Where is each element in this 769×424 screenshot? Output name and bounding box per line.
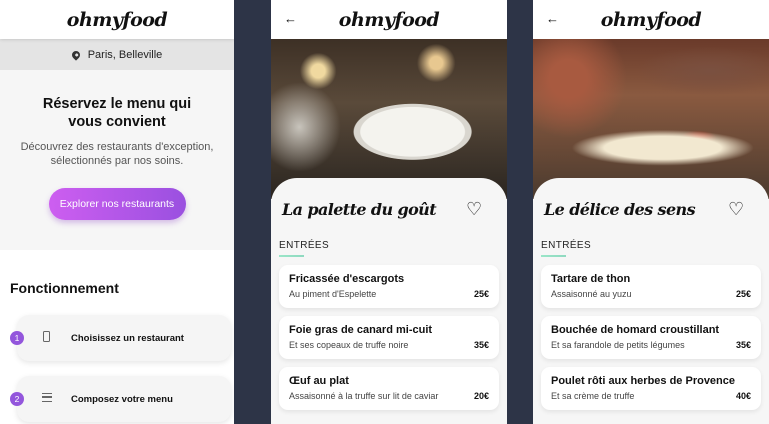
step-card[interactable]: 1 Choisissez un restaurant (10, 315, 231, 361)
dish-price: 25€ (473, 289, 489, 299)
heart-icon[interactable]: ♡ (728, 200, 746, 218)
restaurant-name: La palette du goût (282, 199, 437, 219)
section-title: ENTRÉES (279, 240, 330, 251)
restaurant-title-row: La palette du goût ♡ (279, 178, 499, 240)
menu-item[interactable]: Œuf au plat Assaisonné à la truffe sur l… (279, 367, 499, 410)
restaurant-photo (271, 39, 507, 199)
section-underline (541, 255, 566, 257)
menu-item[interactable]: Foie gras de canard mi-cuit Et ses copea… (279, 316, 499, 359)
restaurant-title-row: Le délice des sens ♡ (541, 178, 761, 240)
logo[interactable]: ohmyfood (67, 9, 168, 31)
hero-text: Découvrez des restaurants d'exception, s… (20, 141, 214, 167)
header: ← ohmyfood (533, 0, 769, 39)
dish-price: 40€ (735, 391, 751, 401)
restaurant-screen: ← ohmyfood La palette du goût ♡ ENTRÉES … (271, 0, 507, 424)
hero-title: Réservez le menu qui vous convient (42, 96, 192, 130)
restaurant-photo (533, 39, 769, 199)
dish-price: 25€ (735, 289, 751, 299)
location-label: Paris, Belleville (87, 48, 163, 61)
arrow-left-icon[interactable]: ← (284, 11, 300, 27)
phone-icon (40, 331, 53, 345)
dish-description: Et sa farandole de petits légumes (551, 340, 685, 350)
home-screen: ohmyfood Paris, Belleville Réservez le m… (0, 0, 234, 424)
map-pin-icon (70, 48, 82, 61)
dish-name: Tartare de thon (551, 273, 631, 285)
dish-description: Au piment d'Espelette (289, 289, 377, 299)
menu-sheet: La palette du goût ♡ ENTRÉES Fricassée d… (271, 178, 507, 424)
header: ohmyfood (0, 0, 234, 39)
menu-item[interactable]: Poulet rôti aux herbes de Provence Et sa… (541, 367, 761, 410)
menu-item[interactable]: Tartare de thon Assaisonné au yuzu 25€ (541, 265, 761, 308)
restaurant-screen: ← ohmyfood Le délice des sens ♡ ENTRÉES … (533, 0, 769, 424)
logo[interactable]: ohmyfood (339, 9, 440, 31)
hero-section: Réservez le menu qui vous convient Décou… (0, 70, 234, 250)
heart-icon[interactable]: ♡ (466, 200, 484, 218)
dish-name: Poulet rôti aux herbes de Provence (551, 375, 736, 387)
dish-description: Et sa crème de truffe (551, 391, 635, 401)
step-number: 2 (10, 392, 24, 406)
step-card[interactable]: 2 Composez votre menu (10, 376, 231, 422)
menu-item[interactable]: Fricassée d'escargots Au piment d'Espele… (279, 265, 499, 308)
section-underline (279, 255, 304, 257)
step-label: Choisissez un restaurant (71, 332, 184, 344)
dish-name: Œuf au plat (289, 375, 349, 387)
logo[interactable]: ohmyfood (601, 9, 702, 31)
dish-price: 35€ (735, 340, 751, 350)
dish-description: Et ses copeaux de truffe noire (289, 340, 409, 350)
dish-description: Assaisonné au yuzu (551, 289, 632, 299)
dish-name: Fricassée d'escargots (289, 273, 405, 285)
explore-restaurants-button[interactable]: Explorer nos restaurants (48, 188, 186, 220)
dish-price: 20€ (473, 391, 489, 401)
restaurant-name: Le délice des sens (544, 199, 696, 219)
how-title: Fonctionnement (10, 280, 119, 296)
list-icon (40, 393, 53, 405)
dish-description: Assaisonné à la truffe sur lit de caviar (289, 391, 439, 401)
how-it-works-section: Fonctionnement 1 Choisissez un restauran… (0, 250, 234, 422)
arrow-left-icon[interactable]: ← (546, 11, 562, 27)
location-bar[interactable]: Paris, Belleville (0, 39, 234, 70)
dish-price: 35€ (473, 340, 489, 350)
section-title: ENTRÉES (541, 240, 592, 251)
step-number: 1 (10, 331, 24, 345)
menu-item[interactable]: Bouchée de homard croustillant Et sa far… (541, 316, 761, 359)
header: ← ohmyfood (271, 0, 507, 39)
step-label: Composez votre menu (71, 393, 173, 405)
dish-name: Bouchée de homard croustillant (551, 324, 720, 336)
dish-name: Foie gras de canard mi-cuit (289, 324, 433, 336)
menu-sheet: Le délice des sens ♡ ENTRÉES Tartare de … (533, 178, 769, 424)
